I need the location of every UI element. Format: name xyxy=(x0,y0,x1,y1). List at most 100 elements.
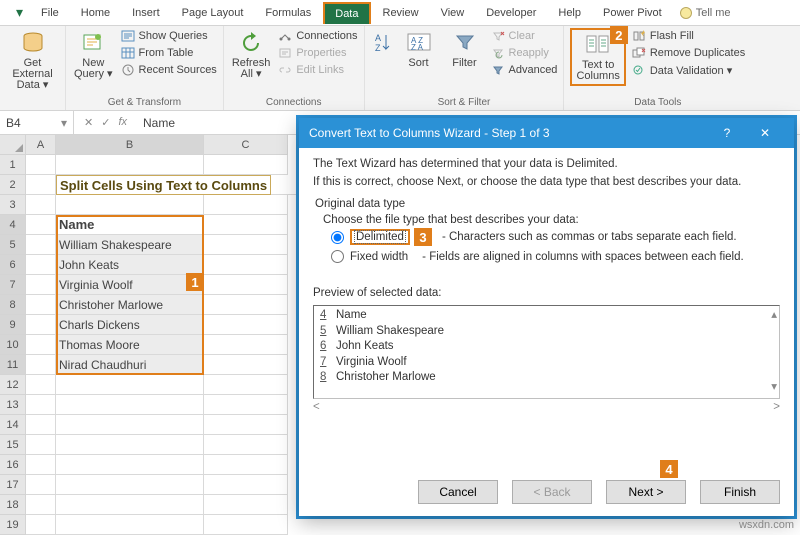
cell[interactable] xyxy=(26,215,56,235)
scroll-down-icon[interactable]: ▾ xyxy=(771,380,777,396)
cell[interactable]: John Keats xyxy=(56,255,204,275)
cell[interactable] xyxy=(26,195,56,215)
cell[interactable] xyxy=(56,375,204,395)
cell[interactable]: Name xyxy=(56,215,204,235)
new-query-button[interactable]: New Query ▾ xyxy=(72,28,115,82)
row-header[interactable]: 5 xyxy=(0,235,26,255)
row-header[interactable]: 16 xyxy=(0,455,26,475)
row-header[interactable]: 9 xyxy=(0,315,26,335)
cell[interactable] xyxy=(56,415,204,435)
option-delimited-row[interactable]: Delimited 3 - Characters such as commas … xyxy=(331,228,780,246)
scroll-up-icon[interactable]: ▴ xyxy=(771,308,777,324)
cell[interactable] xyxy=(56,395,204,415)
cell[interactable] xyxy=(26,255,56,275)
help-button[interactable]: ? xyxy=(708,118,746,148)
properties-button[interactable]: Properties xyxy=(278,45,357,61)
cell[interactable] xyxy=(56,155,204,175)
cell[interactable] xyxy=(26,375,56,395)
name-box[interactable]: B4▾ xyxy=(0,111,74,134)
tab-file[interactable]: File xyxy=(31,3,69,23)
select-all-corner[interactable] xyxy=(0,135,26,155)
fx-icon[interactable]: fx xyxy=(118,116,127,129)
cell[interactable] xyxy=(204,495,288,515)
tab-data[interactable]: Data xyxy=(323,2,370,24)
sort-asc-button[interactable]: AZ xyxy=(371,28,393,58)
tell-me[interactable]: Tell me xyxy=(680,7,731,19)
row-header[interactable]: 7 xyxy=(0,275,26,295)
sort-button[interactable]: A ZZ A Sort xyxy=(399,28,439,71)
fixed-width-radio[interactable] xyxy=(331,250,344,263)
connections-button[interactable]: Connections xyxy=(278,28,357,44)
row-header[interactable]: 19 xyxy=(0,515,26,535)
tab-help[interactable]: Help xyxy=(548,3,591,23)
row-header[interactable]: 3 xyxy=(0,195,26,215)
cell[interactable] xyxy=(204,275,288,295)
tab-formulas[interactable]: Formulas xyxy=(255,3,321,23)
refresh-all-button[interactable]: Refresh All ▾ xyxy=(230,28,273,82)
row-header[interactable]: 13 xyxy=(0,395,26,415)
cell[interactable] xyxy=(204,355,288,375)
remove-duplicates-button[interactable]: Remove Duplicates xyxy=(632,45,745,61)
cell[interactable]: Nirad Chaudhuri xyxy=(56,355,204,375)
cell[interactable] xyxy=(204,415,288,435)
flash-fill-button[interactable]: Flash Fill xyxy=(632,28,745,44)
cell[interactable]: William Shakespeare xyxy=(56,235,204,255)
tab-pagelayout[interactable]: Page Layout xyxy=(172,3,254,23)
cell[interactable]: Virginia Woolf xyxy=(56,275,204,295)
show-queries-button[interactable]: Show Queries xyxy=(121,28,217,44)
row-header[interactable]: 10 xyxy=(0,335,26,355)
row-header[interactable]: 8 xyxy=(0,295,26,315)
back-button[interactable]: < Back xyxy=(512,480,592,504)
quick-access-caret[interactable]: ▾ xyxy=(16,4,23,21)
filter-button[interactable]: Filter xyxy=(445,28,485,71)
cell[interactable] xyxy=(26,495,56,515)
scroll-right-icon[interactable]: > xyxy=(773,401,780,413)
cell[interactable] xyxy=(204,395,288,415)
cell[interactable] xyxy=(26,315,56,335)
cell[interactable] xyxy=(26,395,56,415)
cell[interactable] xyxy=(204,375,288,395)
cell[interactable] xyxy=(26,175,56,195)
cell[interactable] xyxy=(26,295,56,315)
row-header[interactable]: 11 xyxy=(0,355,26,375)
get-external-data-button[interactable]: Get External Data ▾ xyxy=(6,28,59,93)
cell[interactable] xyxy=(26,335,56,355)
row-header[interactable]: 18 xyxy=(0,495,26,515)
cell[interactable] xyxy=(204,335,288,355)
cell[interactable] xyxy=(56,455,204,475)
row-header[interactable]: 12 xyxy=(0,375,26,395)
advanced-filter-button[interactable]: Advanced xyxy=(491,62,558,78)
cell[interactable] xyxy=(56,435,204,455)
row-header[interactable]: 14 xyxy=(0,415,26,435)
tab-home[interactable]: Home xyxy=(71,3,120,23)
cancel-button[interactable]: Cancel xyxy=(418,480,498,504)
cell[interactable] xyxy=(56,475,204,495)
finish-button[interactable]: Finish xyxy=(700,480,780,504)
row-header[interactable]: 6 xyxy=(0,255,26,275)
cell[interactable] xyxy=(204,475,288,495)
tab-powerpivot[interactable]: Power Pivot xyxy=(593,3,672,23)
scroll-left-icon[interactable]: < xyxy=(313,401,320,413)
recent-sources-button[interactable]: Recent Sources xyxy=(121,62,217,78)
cell[interactable] xyxy=(26,415,56,435)
cell[interactable] xyxy=(204,255,288,275)
option-fixed-row[interactable]: Fixed width - Fields are aligned in colu… xyxy=(331,250,780,263)
cell[interactable] xyxy=(26,515,56,535)
cell[interactable]: Thomas Moore xyxy=(56,335,204,355)
row-header[interactable]: 17 xyxy=(0,475,26,495)
cell[interactable] xyxy=(26,455,56,475)
cell[interactable] xyxy=(26,235,56,255)
row-header[interactable]: 15 xyxy=(0,435,26,455)
col-header-c[interactable]: C xyxy=(204,135,288,155)
edit-links-button[interactable]: Edit Links xyxy=(278,62,357,78)
cell[interactable] xyxy=(56,515,204,535)
cell[interactable] xyxy=(204,155,288,175)
cell[interactable] xyxy=(204,295,288,315)
col-header-a[interactable]: A xyxy=(26,135,56,155)
next-button[interactable]: Next > xyxy=(606,480,686,504)
tab-view[interactable]: View xyxy=(431,3,475,23)
row-header[interactable]: 1 xyxy=(0,155,26,175)
enter-formula-icon[interactable]: ✓ xyxy=(101,116,110,129)
cell[interactable] xyxy=(204,315,288,335)
col-header-b[interactable]: B xyxy=(56,135,204,155)
